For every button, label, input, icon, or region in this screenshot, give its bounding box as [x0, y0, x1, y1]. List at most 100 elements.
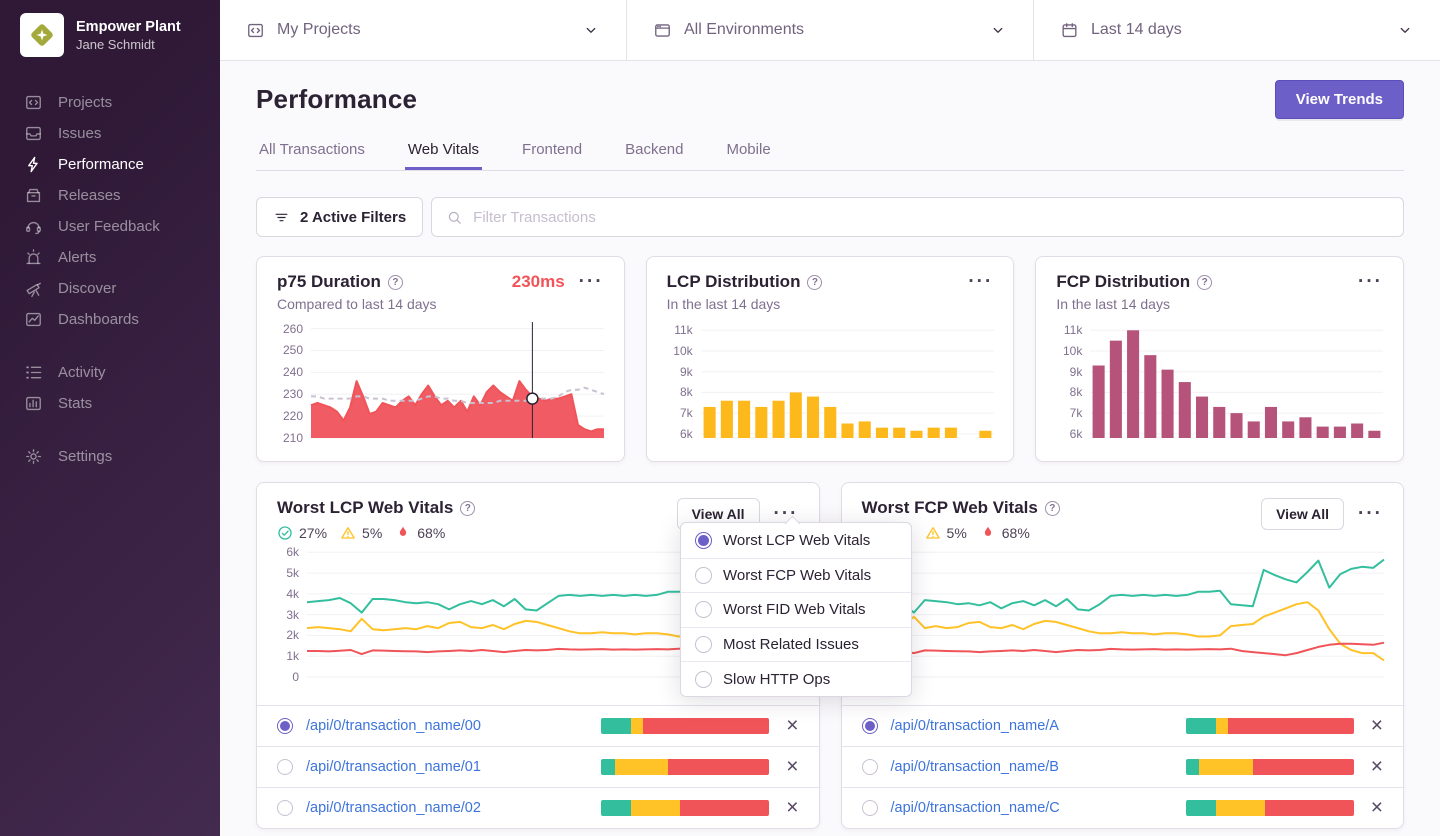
close-icon[interactable]	[786, 800, 798, 816]
diamond-plant-icon	[31, 24, 53, 46]
axis-tick-label: 1k	[286, 649, 299, 664]
card-menu-icon[interactable]	[1358, 277, 1383, 287]
sidebar-item-performance[interactable]: Performance	[0, 149, 220, 180]
tab-web-vitals[interactable]: Web Vitals	[405, 133, 482, 170]
view-trends-button[interactable]: View Trends	[1274, 80, 1404, 119]
releases-icon	[24, 186, 43, 205]
sidebar-item-discover[interactable]: Discover	[0, 273, 220, 304]
menu-item[interactable]: Slow HTTP Ops	[681, 661, 911, 696]
sidebar-item-settings[interactable]: Settings	[0, 441, 220, 472]
sidebar-item-alerts[interactable]: Alerts	[0, 242, 220, 273]
project-filter-dropdown[interactable]: My Projects	[220, 0, 626, 60]
meh-badge: 5%	[925, 525, 967, 541]
sidebar-item-dashboards[interactable]: Dashboards	[0, 304, 220, 335]
stats-icon	[24, 394, 43, 413]
menu-radio	[695, 670, 712, 688]
tab-mobile[interactable]: Mobile	[723, 133, 773, 170]
close-icon[interactable]	[786, 718, 798, 734]
poor-badge: 68%	[395, 525, 445, 541]
transaction-radio[interactable]	[277, 759, 293, 775]
transaction-link[interactable]: /api/0/transaction_name/A	[891, 718, 1059, 734]
menu-radio	[695, 636, 712, 654]
transaction-radio[interactable]	[861, 800, 878, 816]
vitals-distribution-bar	[601, 800, 770, 816]
axis-tick-label: 8k	[1069, 385, 1083, 400]
card-menu-icon[interactable]	[579, 277, 604, 287]
user-feedback-icon	[24, 217, 43, 236]
sidebar-item-activity[interactable]: Activity	[0, 357, 220, 388]
project-filter-label: My Projects	[277, 21, 361, 38]
tab-frontend[interactable]: Frontend	[519, 133, 585, 170]
performance-tabs: All Transactions Web Vitals Frontend Backen…	[256, 133, 1404, 171]
warning-triangle-icon	[340, 525, 356, 541]
transaction-link[interactable]: /api/0/transaction_name/02	[306, 800, 481, 816]
fcp-dist-svg	[1090, 329, 1384, 438]
transaction-search	[431, 197, 1404, 237]
close-icon[interactable]	[786, 759, 798, 775]
transaction-link[interactable]: /api/0/transaction_name/B	[891, 759, 1059, 775]
tab-all-transactions[interactable]: All Transactions	[256, 133, 368, 170]
axis-tick-label: 11k	[1063, 323, 1083, 338]
fire-icon	[980, 525, 996, 541]
transaction-radio[interactable]	[277, 718, 293, 734]
vitals-distribution-bar	[1185, 718, 1354, 734]
help-icon[interactable]	[1044, 500, 1060, 516]
sidebar-item-releases[interactable]: Releases	[0, 180, 220, 211]
worst-fcp-chart: 6k5k4k3k2k1k0	[862, 545, 1385, 684]
transaction-radio[interactable]	[861, 718, 878, 734]
card-menu-icon[interactable]	[1358, 509, 1383, 519]
warning-triangle-icon	[925, 525, 941, 541]
menu-item[interactable]: Worst LCP Web Vitals	[681, 523, 911, 558]
sidebar-nav: Projects Issues Performance Releases Use…	[0, 87, 220, 472]
transaction-link[interactable]: /api/0/transaction_name/01	[306, 759, 481, 775]
fcp-distribution-chart: 11k 10k 9k 8k 7k 6k	[1056, 322, 1384, 441]
activity-icon	[24, 363, 43, 382]
sidebar-item-issues[interactable]: Issues	[0, 118, 220, 149]
lcp-dist-svg	[700, 329, 994, 438]
chevron-down-icon	[989, 21, 1007, 39]
help-icon[interactable]	[387, 274, 403, 290]
transaction-radio[interactable]	[861, 759, 878, 775]
axis-tick-label: 9k	[679, 364, 693, 379]
help-icon[interactable]	[1197, 274, 1213, 290]
environment-filter-label: All Environments	[684, 21, 805, 38]
transaction-radio[interactable]	[277, 800, 293, 816]
card-menu-icon[interactable]	[968, 277, 993, 287]
alerts-icon	[24, 248, 43, 267]
menu-item[interactable]: Most Related Issues	[681, 626, 911, 662]
sidebar-item-user-feedback[interactable]: User Feedback	[0, 211, 220, 242]
transaction-row: /api/0/transaction_name/C	[841, 787, 1403, 828]
transaction-link[interactable]: /api/0/transaction_name/C	[891, 800, 1060, 816]
active-filters-button[interactable]: 2 Active Filters	[256, 197, 424, 237]
view-all-button[interactable]: View All	[1261, 498, 1345, 530]
menu-item[interactable]: Worst FCP Web Vitals	[681, 557, 911, 593]
menu-item[interactable]: Worst FID Web Vitals	[681, 592, 911, 627]
axis-tick-label: 7k	[679, 406, 693, 421]
environment-filter-dropdown[interactable]: All Environments	[626, 0, 1033, 60]
axis-tick-label: 11k	[674, 323, 693, 338]
close-icon[interactable]	[1371, 759, 1383, 775]
date-range-dropdown[interactable]: Last 14 days	[1033, 0, 1440, 60]
axis-tick-label: 260	[282, 321, 303, 336]
transaction-link[interactable]: /api/0/transaction_name/00	[306, 718, 481, 734]
org-switcher[interactable]: Empower Plant Jane Schmidt	[0, 13, 220, 57]
close-icon[interactable]	[1371, 718, 1383, 734]
axis-tick-label: 7k	[1069, 406, 1083, 421]
lcp-distribution-chart: 11k 10k 9k 8k 7k 6k	[667, 322, 994, 441]
axis-tick-label: 240	[282, 365, 303, 380]
lcp-distribution-card: LCP Distribution In the last 14 days 11k…	[645, 256, 1015, 462]
help-icon[interactable]	[807, 274, 823, 290]
search-input[interactable]	[473, 208, 1389, 226]
axis-tick-label: 5k	[286, 566, 299, 581]
help-icon[interactable]	[460, 500, 476, 516]
good-badge: 27%	[277, 525, 327, 541]
card-subtitle: In the last 14 days	[666, 296, 781, 312]
vitals-distribution-bar	[601, 718, 770, 734]
sidebar-item-projects[interactable]: Projects	[0, 87, 220, 118]
discover-icon	[24, 279, 43, 298]
vitals-distribution-bar	[1185, 759, 1354, 775]
chevron-down-icon	[1396, 21, 1414, 39]
tab-backend[interactable]: Backend	[622, 133, 686, 170]
sidebar-item-stats[interactable]: Stats	[0, 388, 220, 419]
close-icon[interactable]	[1371, 800, 1383, 816]
